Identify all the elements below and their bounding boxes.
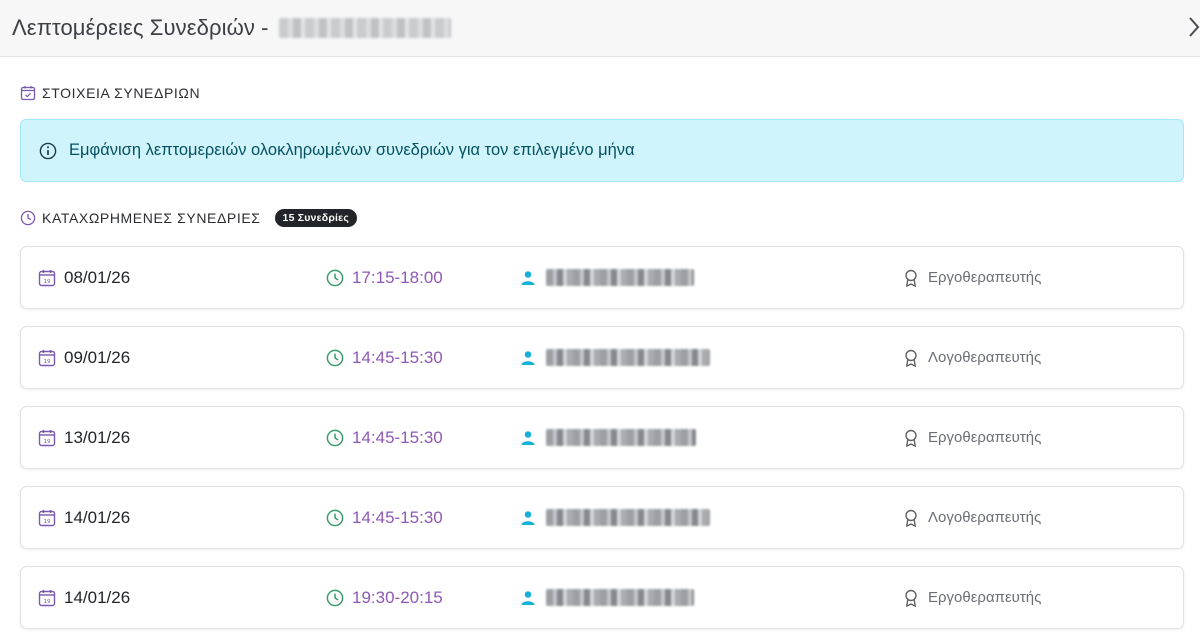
- person-icon: [521, 350, 535, 365]
- session-date: 09/01/26: [64, 347, 131, 367]
- calendar-icon: 19: [38, 509, 56, 526]
- calendar-icon: 19: [38, 589, 56, 606]
- clock-icon: [326, 349, 344, 366]
- info-icon: [39, 142, 57, 159]
- clock-icon: [326, 589, 344, 606]
- svg-text:19: 19: [44, 359, 51, 365]
- clock-icon: [326, 429, 344, 446]
- redacted-therapist-name: [546, 589, 694, 606]
- session-date-cell: 19 08/01/26: [38, 247, 130, 308]
- modal-header: Λεπτομέρειες Συνεδριών -: [0, 0, 1200, 57]
- session-details-heading-text: ΣΤΟΙΧΕΙΑ ΣΥΝΕΔΡΙΩΝ: [42, 85, 201, 101]
- chevron-right-icon: [1189, 17, 1200, 37]
- modal-title: Λεπτομέρειες Συνεδριών -: [12, 15, 451, 41]
- calendar-icon: 19: [38, 269, 56, 286]
- info-alert-text: Εμφάνιση λεπτομερειών ολοκληρωμένων συνε…: [69, 141, 635, 159]
- award-icon: [905, 349, 917, 367]
- session-date: 14/01/26: [64, 587, 131, 607]
- svg-text:19: 19: [44, 439, 51, 445]
- session-date-cell: 19 09/01/26: [38, 327, 130, 388]
- session-time-cell: 17:15-18:00: [326, 247, 443, 308]
- person-icon: [521, 590, 535, 605]
- session-role-cell: Λογοθεραπευτής: [904, 327, 1041, 388]
- session-therapist-cell: [520, 567, 694, 628]
- registered-sessions-heading: ΚΑΤΑΧΩΡΗΜΕΝΕΣ ΣΥΝΕΔΡΙΕΣ 15 Συνεδρίες: [20, 209, 358, 227]
- session-time: 14:45-15:30: [352, 347, 443, 367]
- registered-sessions-heading-text: ΚΑΤΑΧΩΡΗΜΕΝΕΣ ΣΥΝΕΔΡΙΕΣ: [42, 210, 261, 226]
- svg-text:19: 19: [44, 519, 51, 525]
- session-therapist-cell: [520, 327, 710, 388]
- session-time-cell: 19:30-20:15: [326, 567, 443, 628]
- session-time: 17:15-18:00: [352, 267, 443, 287]
- session-role-cell: Εργοθεραπευτής: [904, 247, 1041, 308]
- session-card: 19 13/01/26 14:45-15:30 Εργοθεραπευτής: [20, 406, 1184, 469]
- session-date: 13/01/26: [64, 427, 131, 447]
- session-date: 14/01/26: [64, 507, 131, 527]
- svg-text:19: 19: [44, 599, 51, 605]
- award-icon: [905, 429, 917, 447]
- session-card: 19 14/01/26 19:30-20:15 Εργοθεραπευτής: [20, 566, 1184, 629]
- session-role: Εργοθεραπευτής: [928, 269, 1042, 286]
- modal-title-text: Λεπτομέρειες Συνεδριών -: [12, 15, 269, 40]
- session-card: 19 14/01/26 14:45-15:30 Λογοθεραπευτής: [20, 486, 1184, 549]
- redacted-therapist-name: [546, 509, 710, 526]
- session-role: Λογοθεραπευτής: [928, 509, 1042, 526]
- sessions-count-badge: 15 Συνεδρίες: [274, 209, 358, 227]
- redacted-therapist-name: [546, 429, 696, 446]
- svg-text:19: 19: [44, 279, 51, 285]
- session-date-cell: 19 14/01/26: [38, 567, 130, 628]
- session-card: 19 09/01/26 14:45-15:30 Λογοθεραπευτής: [20, 326, 1184, 389]
- session-role: Εργοθεραπευτής: [928, 429, 1042, 446]
- session-role: Εργοθεραπευτής: [928, 589, 1042, 606]
- session-role-cell: Εργοθεραπευτής: [904, 567, 1041, 628]
- session-date-cell: 19 14/01/26: [38, 487, 130, 548]
- session-card: 19 08/01/26 17:15-18:00 Εργοθεραπευτής: [20, 246, 1184, 309]
- redacted-therapist-name: [546, 269, 694, 286]
- session-therapist-cell: [520, 407, 696, 468]
- person-icon: [521, 270, 535, 285]
- session-list: 19 08/01/26 17:15-18:00 Εργοθεραπευτής 1…: [20, 246, 1184, 637]
- session-time: 19:30-20:15: [352, 587, 443, 607]
- clock-history-icon: [20, 210, 36, 226]
- session-therapist-cell: [520, 487, 710, 548]
- session-role-cell: Λογοθεραπευτής: [904, 487, 1041, 548]
- clock-icon: [326, 269, 344, 286]
- calendar-icon: 19: [38, 429, 56, 446]
- session-time: 14:45-15:30: [352, 427, 443, 447]
- session-role: Λογοθεραπευτής: [928, 349, 1042, 366]
- close-button[interactable]: [1182, 12, 1200, 42]
- session-therapist-cell: [520, 247, 694, 308]
- session-time-cell: 14:45-15:30: [326, 327, 443, 388]
- session-role-cell: Εργοθεραπευτής: [904, 407, 1041, 468]
- session-time-cell: 14:45-15:30: [326, 407, 443, 468]
- award-icon: [905, 269, 917, 287]
- clock-icon: [326, 509, 344, 526]
- person-icon: [521, 510, 535, 525]
- session-time-cell: 14:45-15:30: [326, 487, 443, 548]
- session-date-cell: 19 13/01/26: [38, 407, 130, 468]
- redacted-client-name: [278, 18, 451, 38]
- award-icon: [905, 589, 917, 607]
- session-date: 08/01/26: [64, 267, 131, 287]
- award-icon: [905, 509, 917, 527]
- calendar-icon: 19: [38, 349, 56, 366]
- redacted-therapist-name: [546, 349, 710, 366]
- session-time: 14:45-15:30: [352, 507, 443, 527]
- calendar-check-icon: [20, 86, 36, 101]
- person-icon: [521, 430, 535, 445]
- info-alert: Εμφάνιση λεπτομερειών ολοκληρωμένων συνε…: [20, 119, 1184, 182]
- session-details-heading: ΣΤΟΙΧΕΙΑ ΣΥΝΕΔΡΙΩΝ: [20, 85, 200, 101]
